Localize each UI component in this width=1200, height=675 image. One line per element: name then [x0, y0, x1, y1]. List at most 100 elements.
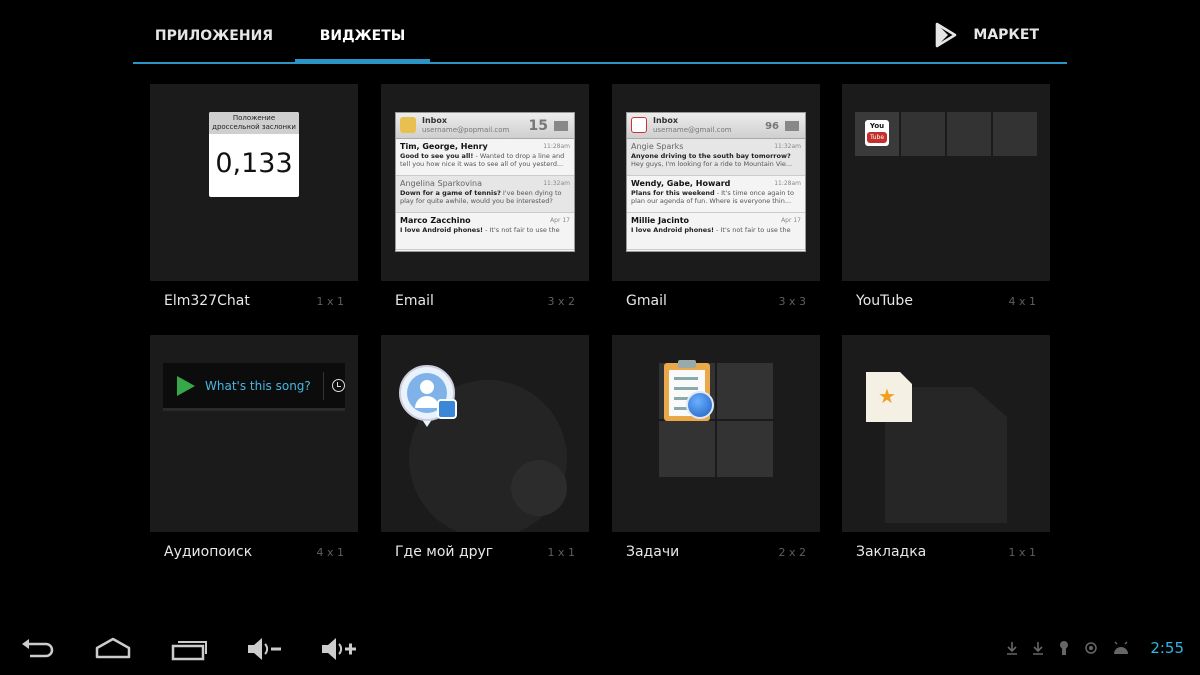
widget-name: Gmail [626, 293, 667, 309]
play-store-icon [936, 22, 957, 48]
recent-apps-icon [171, 641, 207, 661]
account-name: username@popmail.com [422, 126, 510, 134]
widget-gmail[interactable]: Inbox username@gmail.com 96 Angie Sparks… [612, 84, 820, 309]
play-store-icon [177, 375, 195, 396]
inbox-title: Inbox [422, 116, 448, 125]
history-icon [331, 379, 345, 392]
compose-icon [785, 121, 799, 131]
list-item: Wendy, Gabe, Howard 11:28am Plans for th… [627, 176, 805, 213]
gmail-icon [631, 117, 647, 133]
tab-widgets-label: ВИДЖЕТЫ [319, 28, 406, 44]
sync-status-icon [1085, 642, 1098, 654]
widget-name: Elm327Chat [164, 293, 250, 309]
unread-count: 96 [765, 121, 779, 132]
home-icon [95, 637, 131, 659]
subject: Plans for this weekend [631, 189, 715, 197]
tab-bar: ПРИЛОЖЕНИЯ ВИДЖЕТЫ МАРКЕТ [133, 0, 1067, 64]
sync-icon [686, 391, 714, 419]
snippet: Hey guys, I'm looking for a ride to Moun… [631, 160, 793, 168]
subject: I love Android phones! [631, 226, 715, 234]
inbox-title: Inbox [653, 116, 679, 125]
list-item: Tim, George, Henry 11:28am Good to see y… [396, 139, 574, 176]
android-debug-icon [1114, 641, 1129, 654]
elm-widget-preview: Положение дроссельной заслонки 0,133 [209, 112, 299, 197]
list-item: Marco Zacchino Apr 17 I love Android pho… [396, 213, 574, 250]
compose-icon [554, 121, 568, 131]
list-item: Angie Sparks 11:32am Anyone driving to t… [627, 139, 805, 176]
youtube-logo-bottom: Tube [867, 132, 887, 143]
tab-divider [133, 62, 1067, 64]
widget-size: 4 x 1 [1008, 294, 1037, 308]
video-slot [993, 112, 1037, 156]
widget-elm327chat[interactable]: Положение дроссельной заслонки 0,133 Elm… [150, 84, 358, 309]
widget-size: 4 x 1 [316, 545, 345, 559]
widget-name: Закладка [856, 544, 927, 560]
widget-size: 1 x 1 [316, 294, 345, 308]
timestamp: 11:32am [543, 180, 570, 187]
elm-header: Положение дроссельной заслонки [209, 112, 299, 134]
home-button[interactable] [94, 635, 132, 665]
widget-preview: Inbox username@popmail.com 15 Tim, Georg… [381, 84, 589, 281]
email-widget-preview: Inbox username@popmail.com 15 Tim, Georg… [395, 112, 575, 252]
unread-count: 15 [528, 118, 548, 134]
widget-preview: What's this song? [150, 335, 358, 532]
video-slot [901, 112, 945, 156]
widget-preview: Inbox username@gmail.com 96 Angie Sparks… [612, 84, 820, 281]
tab-apps[interactable]: ПРИЛОЖЕНИЯ [133, 0, 295, 62]
sender: Marco Zacchino [400, 216, 471, 225]
widget-preview: Положение дроссельной заслонки 0,133 [150, 84, 358, 281]
timestamp: 11:32am [774, 143, 801, 150]
list-item: Millie Jacinto Apr 17 I love Android pho… [627, 213, 805, 250]
widget-size: 3 x 3 [778, 294, 807, 308]
system-bar: 2:55 [0, 627, 1200, 675]
status-area[interactable]: 2:55 [1006, 639, 1184, 657]
snippet: - It's not fair to use the [714, 226, 791, 234]
timestamp: Apr 17 [550, 217, 570, 224]
subject: Good to see you all! [400, 152, 474, 160]
volume-up-button[interactable] [319, 635, 359, 665]
timestamp: 11:28am [774, 180, 801, 187]
recent-apps-button[interactable] [170, 635, 208, 665]
video-slot [947, 112, 991, 156]
volume-down-button[interactable] [245, 635, 283, 665]
widget-preview: ★ [842, 335, 1050, 532]
market-button[interactable]: МАРКЕТ [933, 20, 1039, 50]
divider [322, 371, 324, 400]
widget-size: 1 x 1 [1008, 545, 1037, 559]
widget-youtube[interactable]: You Tube YouTube 4 x 1 [842, 84, 1050, 309]
widget-size: 1 x 1 [547, 545, 576, 559]
widget-name: Аудиопоиск [164, 544, 253, 560]
widget-name: Где мой друг [395, 544, 494, 560]
widget-name: YouTube [856, 293, 913, 309]
widget-size: 2 x 2 [778, 545, 807, 559]
widget-email[interactable]: Inbox username@popmail.com 15 Tim, Georg… [381, 84, 589, 309]
star-icon: ★ [878, 384, 896, 408]
volume-up-icon [322, 638, 356, 660]
map-badge-icon [437, 399, 457, 419]
download-icon [1007, 642, 1018, 655]
widget-name: Email [395, 293, 434, 309]
snippet: - It's not fair to use the [483, 226, 560, 234]
widget-tasks[interactable]: Задачи 2 x 2 [612, 335, 820, 560]
youtube-widget-preview: You Tube [855, 112, 1037, 156]
subject: Down for a game of tennis? [400, 189, 501, 197]
timestamp: Apr 17 [781, 217, 801, 224]
account-name: username@gmail.com [653, 126, 732, 134]
clock: 2:55 [1150, 639, 1184, 657]
email-app-icon [400, 117, 416, 133]
widget-audio-search[interactable]: What's this song? Аудиопоиск 4 x 1 [150, 335, 358, 560]
widget-name: Задачи [626, 544, 680, 560]
widget-where-is-my-friend[interactable]: Где мой друг 1 x 1 [381, 335, 589, 560]
audio-widget-preview: What's this song? [163, 363, 345, 411]
subject: I love Android phones! [400, 226, 484, 234]
widget-preview [381, 335, 589, 532]
back-icon [22, 639, 54, 658]
youtube-logo-top: You [869, 122, 885, 130]
tab-widgets[interactable]: ВИДЖЕТЫ [295, 0, 430, 64]
keyhole-icon [1060, 641, 1069, 655]
gmail-widget-preview: Inbox username@gmail.com 96 Angie Sparks… [626, 112, 806, 252]
youtube-icon: You Tube [855, 112, 899, 156]
widget-bookmark[interactable]: ★ Закладка 1 x 1 [842, 335, 1050, 560]
widget-preview: You Tube [842, 84, 1050, 281]
back-button[interactable] [20, 635, 56, 665]
